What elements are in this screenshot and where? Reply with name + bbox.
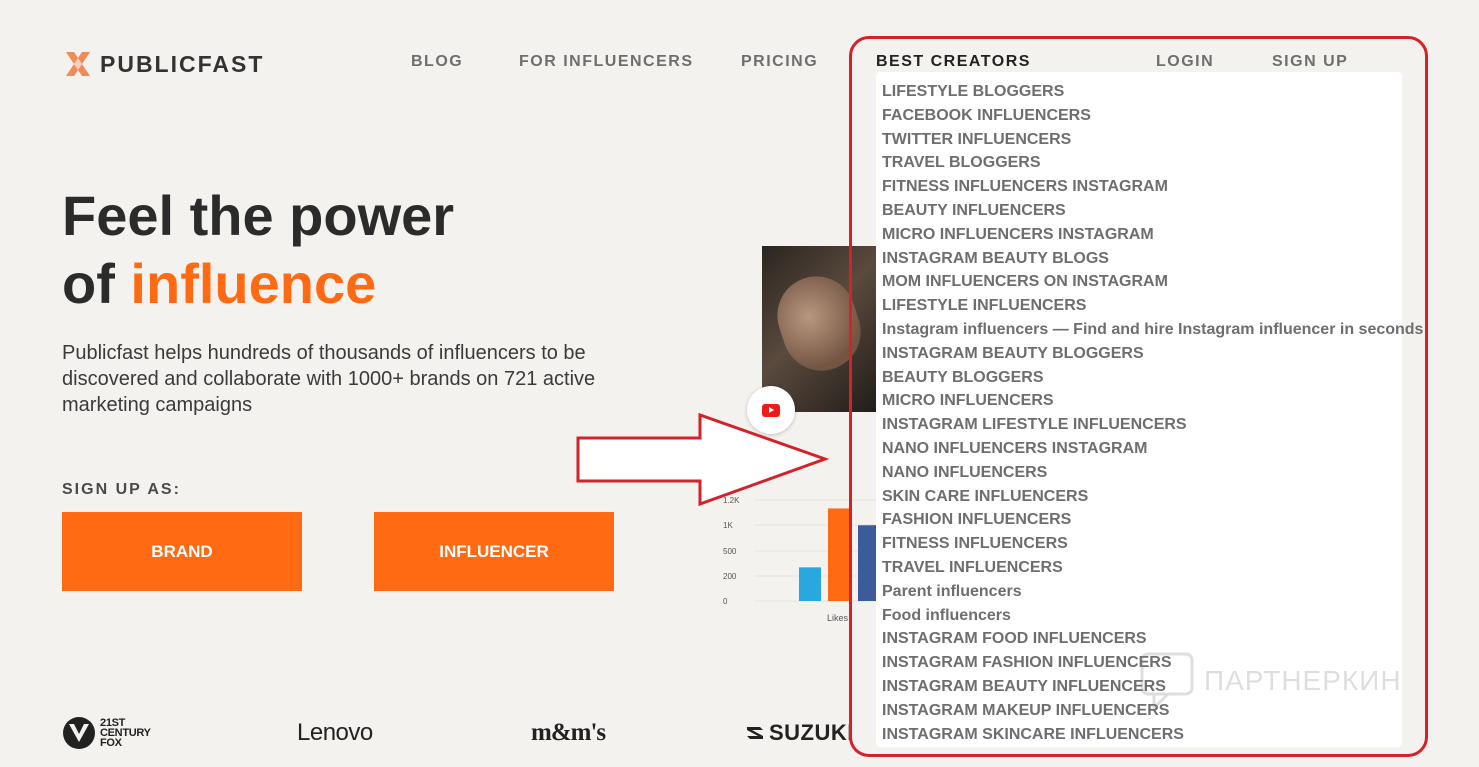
fox-line1: 21ST bbox=[100, 716, 126, 729]
best-creators-item[interactable]: INSTAGRAM LIFESTYLE INFLUENCERS bbox=[882, 413, 1402, 437]
nav-pricing[interactable]: PRICING bbox=[741, 53, 818, 71]
best-creators-item[interactable]: INSTAGRAM BEAUTY BLOGGERS bbox=[882, 342, 1402, 366]
best-creators-item[interactable]: MICRO INFLUENCERS bbox=[882, 389, 1402, 413]
brand-logo-mms: m&m's bbox=[531, 718, 606, 746]
best-creators-item[interactable]: FITNESS INFLUENCERS bbox=[882, 532, 1402, 556]
hero-description: Publicfast helps hundreds of thousands o… bbox=[62, 342, 596, 416]
best-creators-item[interactable]: INSTAGRAM FASHION INFLUENCERS bbox=[882, 651, 1402, 675]
chart-y-tick: 1K bbox=[723, 521, 733, 530]
best-creators-item[interactable]: FACEBOOK INFLUENCERS bbox=[882, 104, 1402, 128]
chart-y-tick: 1.2K bbox=[723, 496, 740, 505]
best-creators-item[interactable]: BEAUTY INFLUENCERS bbox=[882, 199, 1402, 223]
best-creators-item[interactable]: TRAVEL BLOGGERS bbox=[882, 151, 1402, 175]
fox-line2: CENTURY bbox=[100, 726, 151, 739]
signup-label: SIGN UP AS: bbox=[62, 481, 181, 498]
suzuki-s-icon bbox=[747, 726, 763, 739]
chart-y-tick: 200 bbox=[723, 572, 737, 581]
youtube-icon bbox=[762, 403, 780, 417]
best-creators-item[interactable]: LIFESTYLE BLOGGERS bbox=[882, 80, 1402, 104]
best-creators-item[interactable]: Parent influencers bbox=[882, 580, 1402, 604]
chart-bar bbox=[799, 567, 821, 601]
nav-login[interactable]: LOGIN bbox=[1156, 53, 1214, 71]
best-creators-item[interactable]: INSTAGRAM BEAUTY BLOGS bbox=[882, 247, 1402, 271]
hero-title-accent: influence bbox=[130, 252, 377, 315]
best-creators-item[interactable]: Instagram influencers — Find and hire In… bbox=[882, 318, 1423, 342]
brand-logos-row: 21ST CENTURY FOX Lenovo m&m's SUZUKI bbox=[0, 705, 880, 760]
chart-y-tick: 500 bbox=[723, 547, 737, 556]
best-creators-item[interactable]: BEAUTY BLOGGERS bbox=[882, 366, 1402, 390]
best-creators-item[interactable]: MICRO INFLUENCERS INSTAGRAM bbox=[882, 223, 1402, 247]
best-creators-item[interactable]: TRAVEL INFLUENCERS bbox=[882, 556, 1402, 580]
best-creators-item[interactable]: NANO INFLUENCERS bbox=[882, 461, 1402, 485]
best-creators-item[interactable]: INSTAGRAM BEAUTY INFLUENCERS bbox=[882, 675, 1402, 699]
best-creators-dropdown: LIFESTYLE BLOGGERS FACEBOOK INFLUENCERS TW… bbox=[876, 72, 1423, 747]
chart-y-tick: 0 bbox=[723, 597, 728, 606]
nav-best-creators[interactable]: BEST CREATORS bbox=[876, 53, 1031, 71]
best-creators-item[interactable]: Food influencers bbox=[882, 604, 1402, 628]
logo-text: PUBLICFAST bbox=[100, 50, 265, 77]
hero-title-line2-prefix: of bbox=[62, 252, 131, 315]
publicfast-x-icon bbox=[66, 52, 90, 76]
stats-chart: 1.2K 1K 500 200 0 Likes bbox=[723, 496, 880, 623]
nav-blog[interactable]: BLOG bbox=[411, 53, 463, 71]
fox-emblem-icon bbox=[63, 716, 95, 749]
best-creators-item[interactable]: FASHION INFLUENCERS bbox=[882, 508, 1402, 532]
nav-for-influencers[interactable]: FOR INFLUENCERS bbox=[519, 53, 694, 71]
suzuki-text: SUZUKI bbox=[769, 719, 854, 745]
best-creators-item[interactable]: NANO INFLUENCERS INSTAGRAM bbox=[882, 437, 1402, 461]
best-creators-list: LIFESTYLE BLOGGERS FACEBOOK INFLUENCERS TW… bbox=[876, 72, 1423, 747]
chart-bar bbox=[828, 508, 850, 601]
nav-signup[interactable]: SIGN UP bbox=[1272, 53, 1348, 71]
brand-logo-lenovo: Lenovo bbox=[297, 718, 373, 746]
hero-title: Feel the power of influence bbox=[62, 182, 454, 318]
brand-logo-fox: 21ST CENTURY FOX bbox=[62, 705, 151, 760]
best-creators-item[interactable]: SKIN CARE INFLUENCERS bbox=[882, 485, 1402, 509]
best-creators-item[interactable]: FITNESS INFLUENCERS INSTAGRAM bbox=[882, 175, 1402, 199]
signup-brand-button[interactable]: BRAND bbox=[62, 512, 302, 591]
brand-logo-suzuki: SUZUKI bbox=[744, 705, 854, 760]
chart-x-label: Likes bbox=[827, 613, 849, 623]
best-creators-item[interactable]: TWITTER INFLUENCERS bbox=[882, 128, 1402, 152]
fox-line3: FOX bbox=[100, 736, 122, 749]
video-frame-image bbox=[767, 266, 871, 381]
publicfast-logo[interactable]: PUBLICFAST bbox=[62, 48, 264, 80]
best-creators-item[interactable]: INSTAGRAM FOOD INFLUENCERS bbox=[882, 627, 1402, 651]
hero-title-line1: Feel the power bbox=[62, 184, 455, 247]
signup-influencer-button[interactable]: INFLUENCER bbox=[374, 512, 614, 591]
best-creators-item[interactable]: INSTAGRAM SKINCARE INFLUENCERS bbox=[882, 723, 1402, 747]
youtube-play-button[interactable] bbox=[747, 386, 795, 434]
best-creators-item[interactable]: MOM INFLUENCERS ON INSTAGRAM bbox=[882, 270, 1402, 294]
best-creators-item[interactable]: INSTAGRAM MAKEUP INFLUENCERS bbox=[882, 699, 1402, 723]
best-creators-item[interactable]: LIFESTYLE INFLUENCERS bbox=[882, 294, 1402, 318]
